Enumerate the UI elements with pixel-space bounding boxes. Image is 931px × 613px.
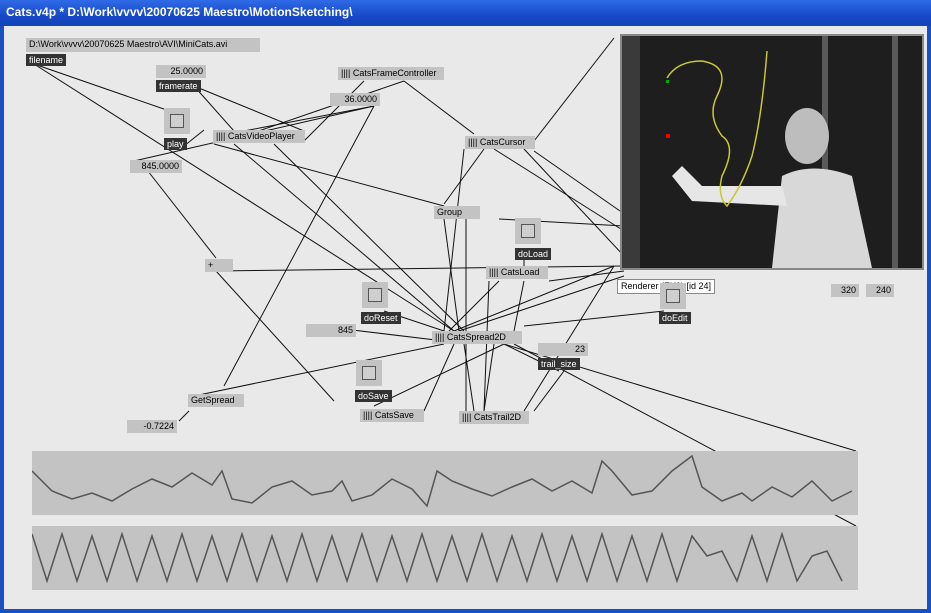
framerate-label: framerate [156, 80, 201, 92]
play-label-text: play [167, 139, 184, 149]
spread-value: -0.7224 [143, 421, 174, 431]
group-text: Group [437, 207, 463, 217]
cats-trail-text: |||| CatsTrail2D [462, 412, 522, 422]
do-save-inner [362, 366, 376, 380]
do-save-label-text: doSave [358, 391, 389, 401]
count-value: 845 [337, 325, 353, 335]
play-toggle[interactable] [164, 108, 190, 134]
spread2d-node[interactable]: |||| CatsSpread2D [432, 331, 522, 344]
do-reset-label: doReset [361, 312, 401, 324]
framerate-label-text: framerate [159, 81, 198, 91]
filename-label: filename [26, 54, 67, 66]
frame-controller-value-box[interactable]: 36.0000 [330, 93, 380, 106]
do-save-label: doSave [355, 390, 392, 402]
filename-label-text: filename [29, 55, 64, 65]
width-value: 320 [840, 285, 856, 295]
get-spread-node[interactable]: GetSpread [188, 394, 244, 407]
do-load-toggle[interactable] [515, 218, 541, 244]
spread2d-text: |||| CatsSpread2D [435, 332, 506, 342]
waveform-top[interactable] [32, 451, 858, 515]
waveform-bottom-plot [32, 531, 843, 584]
video-frame [622, 36, 922, 268]
do-load-label: doLoad [515, 248, 552, 260]
trail-size-label-text: trail_size [541, 359, 577, 369]
do-edit-label: doEdit [659, 312, 691, 324]
framerate-box[interactable]: 25.0000 [156, 65, 206, 78]
width-box[interactable]: 320 [831, 284, 859, 297]
video-player-node[interactable]: |||| CatsVideoPlayer [213, 130, 305, 143]
group-node[interactable]: Group [434, 206, 480, 219]
do-reset-toggle[interactable] [362, 282, 388, 308]
filepath-node[interactable]: D:\Work\vvvv\20070625 Maestro\AVI\MiniCa… [26, 38, 260, 52]
do-reset-inner [368, 288, 382, 302]
filepath-text: D:\Work\vvvv\20070625 Maestro\AVI\MiniCa… [29, 39, 228, 49]
do-edit-toggle[interactable] [660, 283, 686, 309]
waveform-bottom[interactable] [32, 526, 858, 590]
patch-canvas[interactable]: D:\Work\vvvv\20070625 Maestro\AVI\MiniCa… [4, 26, 927, 609]
cats-load-text: |||| CatsLoad [489, 267, 540, 277]
do-edit-label-text: doEdit [662, 313, 688, 323]
play-label: play [164, 138, 187, 150]
play-toggle-inner [170, 114, 184, 128]
plus-text: + [208, 260, 214, 270]
frame-controller-value: 36.0000 [344, 94, 377, 104]
do-load-label-text: doLoad [518, 249, 549, 259]
cursor-text: |||| CatsCursor [468, 137, 526, 147]
frame-controller-node[interactable]: |||| CatsFrameController [338, 67, 444, 80]
cats-save-text: |||| CatsSave [363, 410, 414, 420]
waveform-top-plot [32, 454, 853, 508]
plus-node[interactable]: + [205, 259, 233, 272]
title-bar[interactable]: Cats.v4p * D:\Work\vvvv\20070625 Maestro… [0, 0, 931, 26]
trail-size-label: trail_size [538, 358, 580, 370]
do-load-inner [521, 224, 535, 238]
application-window: Cats.v4p * D:\Work\vvvv\20070625 Maestro… [0, 0, 931, 613]
do-save-toggle[interactable] [356, 360, 382, 386]
cats-save-node[interactable]: |||| CatsSave [360, 409, 424, 422]
frame-controller-text: |||| CatsFrameController [341, 68, 437, 78]
cats-trail-node[interactable]: |||| CatsTrail2D [459, 411, 529, 424]
trail-size-box[interactable]: 23 [538, 343, 588, 356]
cursor-node[interactable]: |||| CatsCursor [465, 136, 535, 149]
spread-value-box[interactable]: -0.7224 [127, 420, 177, 433]
count-box[interactable]: 845 [306, 324, 356, 337]
height-value: 240 [875, 285, 891, 295]
framerate-value: 25.0000 [170, 66, 203, 76]
position-box[interactable]: 845.0000 [130, 160, 182, 173]
get-spread-text: GetSpread [191, 395, 235, 405]
do-edit-inner [666, 289, 680, 303]
video-player-text: |||| CatsVideoPlayer [216, 131, 295, 141]
trail-size-value: 23 [574, 344, 585, 354]
window-title: Cats.v4p * D:\Work\vvvv\20070625 Maestro… [6, 5, 353, 19]
height-box[interactable]: 240 [866, 284, 894, 297]
cats-load-node[interactable]: |||| CatsLoad [486, 266, 548, 279]
renderer-window[interactable] [620, 34, 924, 270]
do-reset-label-text: doReset [364, 313, 398, 323]
position-value: 845.0000 [141, 161, 179, 171]
